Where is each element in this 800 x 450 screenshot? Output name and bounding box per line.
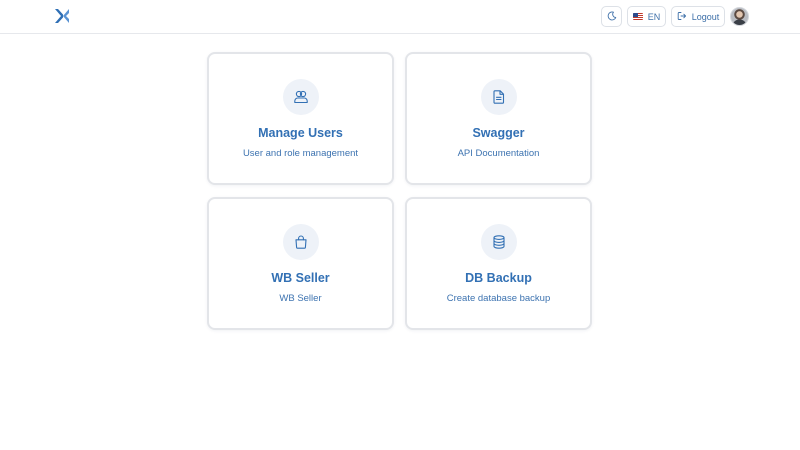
shopping-bag-icon — [283, 224, 319, 260]
card-description: Create database backup — [446, 293, 551, 304]
language-button[interactable]: EN — [627, 6, 666, 27]
users-icon — [283, 79, 319, 115]
card-wb-seller[interactable]: WB Seller WB Seller — [207, 197, 394, 330]
card-manage-users[interactable]: Manage Users User and role management — [207, 52, 394, 185]
logout-button[interactable]: Logout — [671, 6, 725, 27]
card-description: User and role management — [242, 148, 359, 159]
language-label: EN — [647, 11, 661, 22]
card-db-backup[interactable]: DB Backup Create database backup — [405, 197, 592, 330]
card-title: Swagger — [472, 126, 525, 140]
database-icon — [481, 224, 517, 260]
card-description: WB Seller — [279, 293, 322, 304]
card-title: DB Backup — [465, 271, 532, 285]
user-avatar[interactable] — [730, 7, 749, 26]
app-logo-icon[interactable] — [54, 8, 70, 24]
logout-label: Logout — [691, 11, 720, 22]
moon-icon — [607, 11, 617, 23]
us-flag-icon — [632, 13, 643, 20]
card-description: API Documentation — [457, 148, 540, 159]
card-title: WB Seller — [271, 271, 330, 285]
logout-icon — [677, 11, 687, 23]
top-header: EN Logout — [0, 0, 800, 34]
card-title: Manage Users — [258, 126, 343, 140]
document-icon — [481, 79, 517, 115]
theme-toggle-button[interactable] — [601, 6, 622, 27]
card-swagger[interactable]: Swagger API Documentation — [405, 52, 592, 185]
